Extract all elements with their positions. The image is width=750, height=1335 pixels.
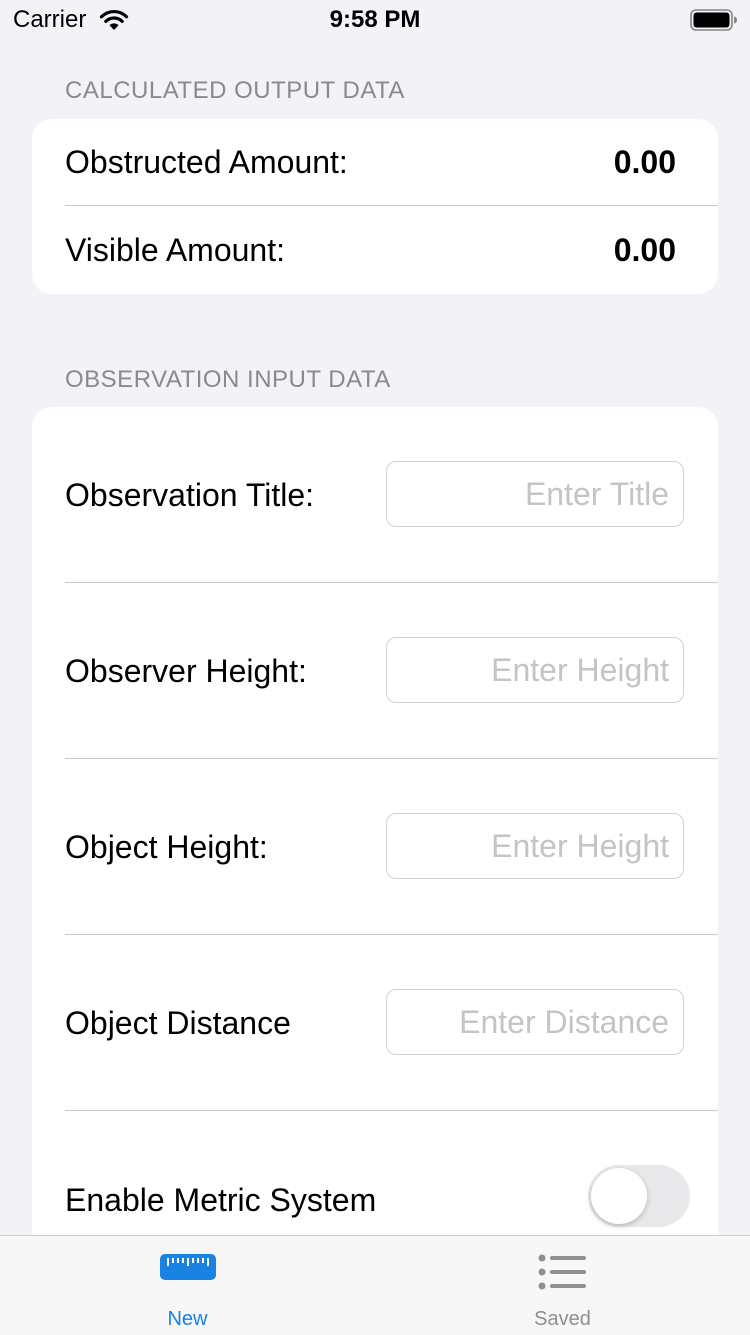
- input-section-header: OBSERVATION INPUT DATA: [65, 366, 391, 393]
- output-card: Obstructed Amount: 0.00 Visible Amount: …: [32, 119, 718, 294]
- status-bar: Carrier 9:58 PM: [0, 0, 750, 40]
- visible-amount-label: Visible Amount:: [65, 232, 285, 268]
- clock-time: 9:58 PM: [329, 6, 421, 33]
- object-distance-row: Object Distance: [32, 935, 718, 1110]
- metric-system-label: Enable Metric System: [65, 1182, 377, 1218]
- obstructed-amount-row: Obstructed Amount: 0.00: [32, 119, 718, 206]
- tab-bar: New Saved: [0, 1235, 750, 1335]
- observer-height-input[interactable]: [386, 637, 684, 703]
- toggle-knob: [591, 1168, 647, 1224]
- observation-title-input[interactable]: [386, 461, 684, 527]
- object-height-label: Object Height:: [65, 829, 268, 865]
- object-distance-input[interactable]: [386, 989, 684, 1055]
- input-card: Observation Title: Observer Height: Obje…: [32, 407, 718, 1267]
- observation-title-label: Observation Title:: [65, 477, 314, 513]
- list-icon: [538, 1254, 586, 1290]
- visible-amount-value: 0.00: [613, 232, 676, 268]
- visible-amount-row: Visible Amount: 0.00: [32, 206, 718, 294]
- ruler-icon: [159, 1254, 216, 1280]
- observer-height-label: Observer Height:: [65, 653, 307, 689]
- tab-saved[interactable]: Saved: [375, 1236, 750, 1335]
- battery-full-icon: [690, 9, 737, 31]
- observation-title-row: Observation Title:: [32, 407, 718, 582]
- obstructed-amount-value: 0.00: [613, 144, 676, 180]
- tab-new[interactable]: New: [0, 1236, 375, 1335]
- object-height-input[interactable]: [386, 813, 684, 879]
- object-distance-label: Object Distance: [65, 1005, 291, 1041]
- tab-saved-label: Saved: [534, 1308, 591, 1330]
- object-height-row: Object Height:: [32, 759, 718, 934]
- observer-height-row: Observer Height:: [32, 583, 718, 758]
- output-section-header: CALCULATED OUTPUT DATA: [65, 77, 405, 104]
- tab-new-label: New: [167, 1308, 208, 1330]
- metric-system-toggle[interactable]: [588, 1165, 690, 1227]
- obstructed-amount-label: Obstructed Amount:: [65, 144, 348, 180]
